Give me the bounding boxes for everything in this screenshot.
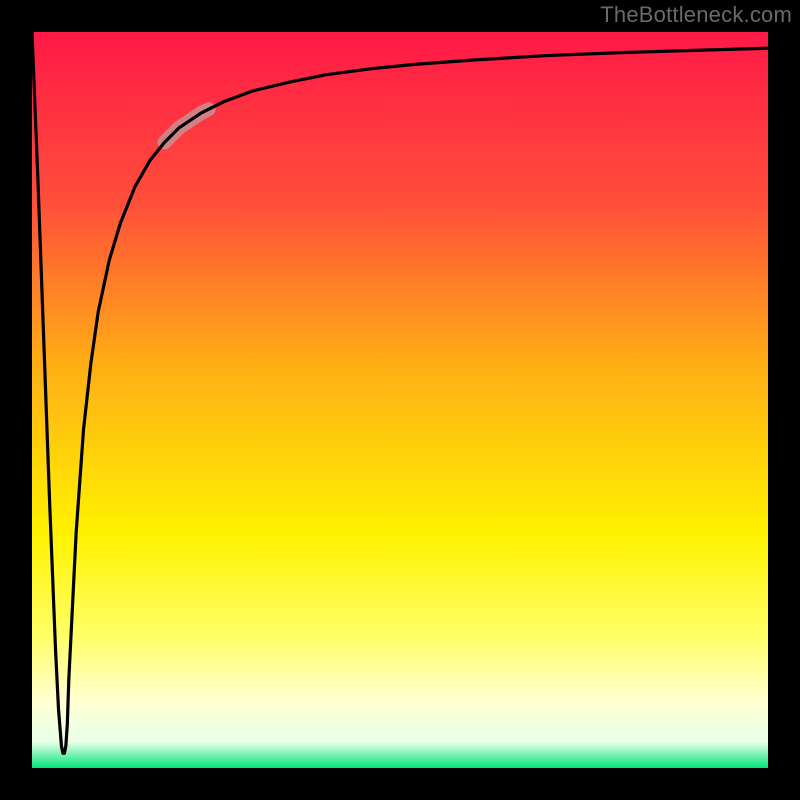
watermark-text: TheBottleneck.com xyxy=(600,2,792,28)
chart-svg xyxy=(0,0,800,800)
gradient-background xyxy=(32,32,768,768)
bottleneck-chart: TheBottleneck.com xyxy=(0,0,800,800)
